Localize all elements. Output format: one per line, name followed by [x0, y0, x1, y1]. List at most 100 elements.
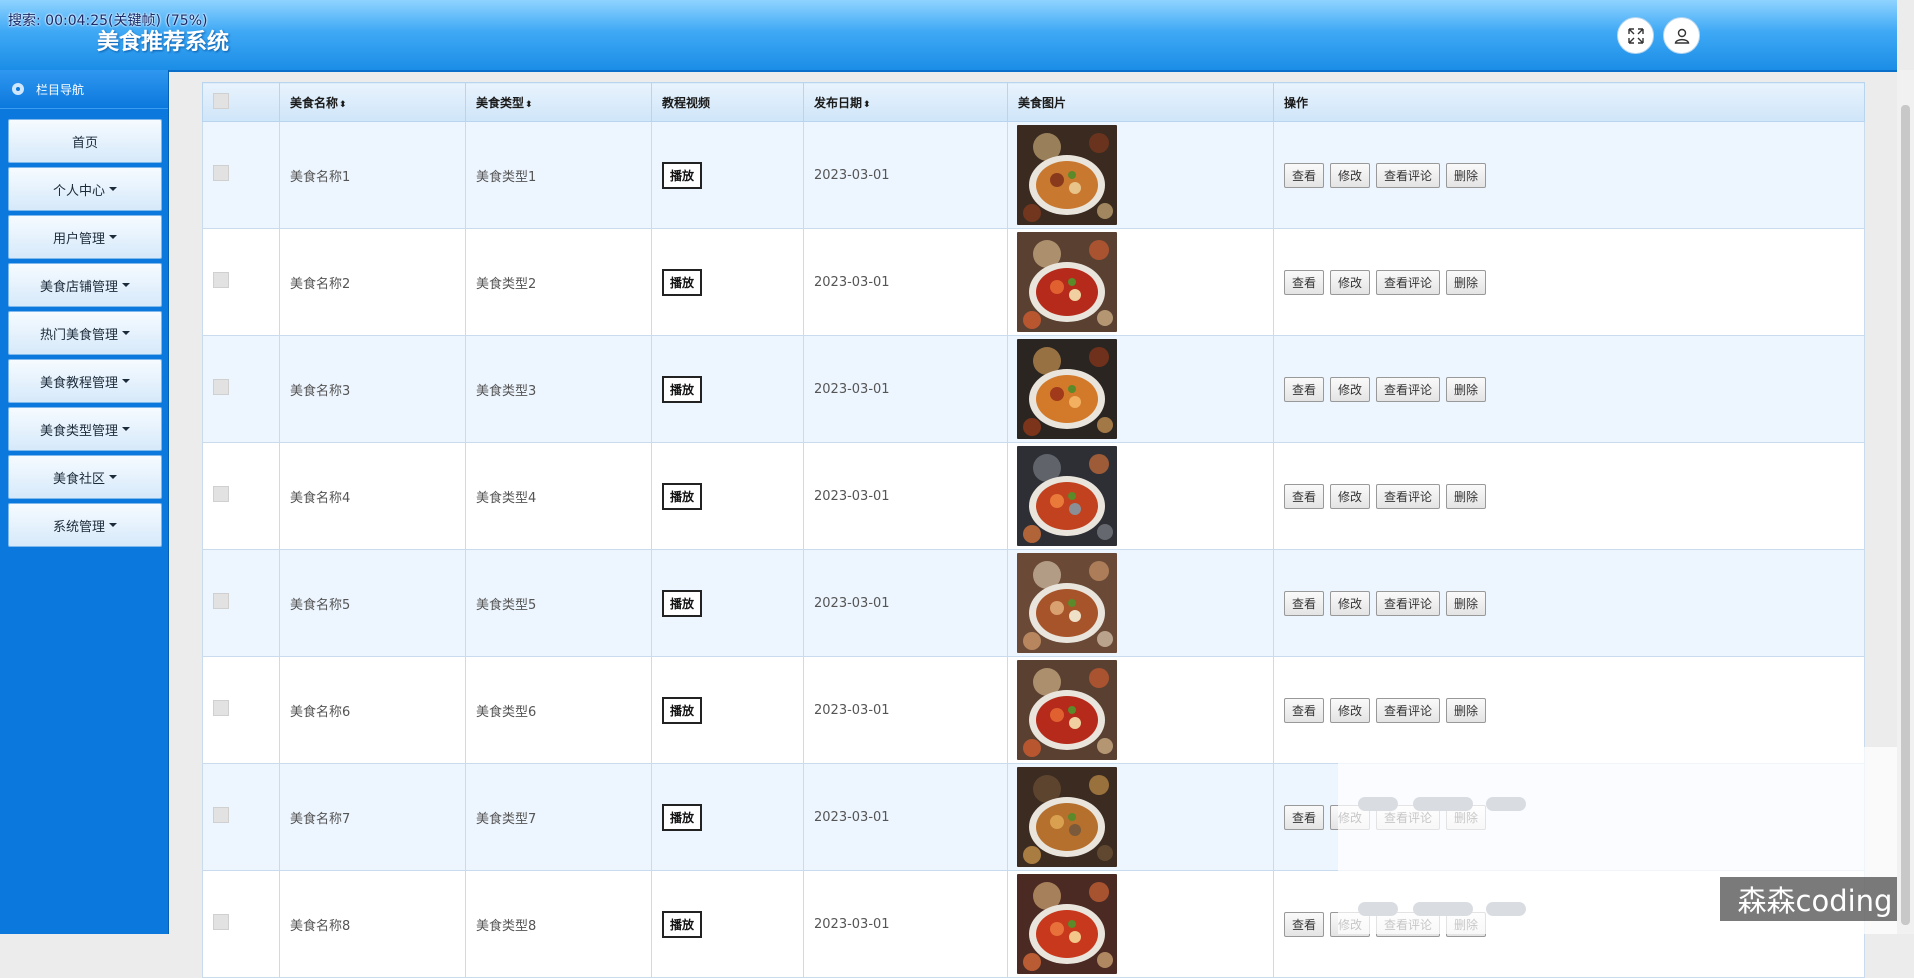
- sidebar-item-0[interactable]: 首页: [8, 119, 162, 163]
- actions-cell: 查看修改查看评论删除: [1273, 228, 1865, 336]
- delete-button[interactable]: 删除: [1446, 483, 1487, 509]
- caret-down-icon: [109, 475, 117, 479]
- play-video-button[interactable]: 播放: [662, 910, 703, 938]
- delete-button[interactable]: 删除: [1446, 162, 1487, 188]
- row-checkbox[interactable]: [213, 379, 229, 395]
- actions-cell: 查看修改查看评论删除: [1273, 121, 1865, 229]
- food-image: [1017, 339, 1117, 439]
- delete-button[interactable]: 删除: [1446, 269, 1487, 295]
- sidebar-item-label: 个人中心: [52, 183, 105, 199]
- column-header: 美食图片: [1007, 82, 1274, 122]
- table-row: 美食名称3 美食类型3 播放 2023-03-01 查看 修改 查看评论 删除: [202, 335, 1865, 443]
- view-comments-button[interactable]: 查看评论: [1376, 483, 1441, 509]
- sidebar-item-4[interactable]: 热门美食管理: [8, 311, 162, 355]
- sidebar-menu: 首页个人中心用户管理 美食店铺管理 热门美食管理 美食教程管理 美食类型管理 美食社区 系统…: [0, 109, 168, 547]
- sidebar-item-8[interactable]: 系统管理: [8, 503, 162, 547]
- edit-button[interactable]: 修改: [1330, 590, 1371, 616]
- sidebar-item-7[interactable]: 美食社区: [8, 455, 162, 499]
- view-button[interactable]: 查看: [1284, 162, 1325, 188]
- actions-cell: 查看修改查看评论删除: [1273, 549, 1865, 657]
- play-video-button[interactable]: 播放: [662, 268, 703, 296]
- food-name-cell: 美食名称7: [279, 763, 466, 871]
- row-select-cell: [202, 763, 280, 871]
- sort-icon[interactable]: ⬍: [863, 100, 871, 110]
- sidebar-item-2[interactable]: 用户管理: [8, 215, 162, 259]
- video-cell: 播放: [651, 335, 804, 443]
- sidebar-heading-label: 栏目导航: [36, 82, 85, 97]
- view-button[interactable]: 查看: [1284, 804, 1325, 830]
- view-button[interactable]: 查看: [1284, 697, 1325, 723]
- view-button[interactable]: 查看: [1284, 376, 1325, 402]
- delete-button[interactable]: 删除: [1446, 590, 1487, 616]
- edit-button[interactable]: 修改: [1330, 376, 1371, 402]
- sidebar-item-6[interactable]: 美食类型管理: [8, 407, 162, 451]
- user-icon: [1674, 28, 1689, 44]
- sort-icon[interactable]: ⬍: [525, 100, 533, 110]
- column-header[interactable]: 发布日期⬍: [803, 82, 1008, 122]
- view-comments-button[interactable]: 查看评论: [1376, 269, 1441, 295]
- publish-date-cell: 2023-03-01: [803, 763, 1008, 871]
- row-select-cell: [202, 656, 280, 764]
- play-video-button[interactable]: 播放: [662, 589, 703, 617]
- edit-button[interactable]: 修改: [1330, 697, 1371, 723]
- row-select-cell: [202, 121, 280, 229]
- play-video-button[interactable]: 播放: [662, 482, 703, 510]
- video-cell: 播放: [651, 121, 804, 229]
- actions-cell: 查看修改查看评论删除: [1273, 442, 1865, 550]
- food-image-cell: [1007, 549, 1274, 657]
- food-type-cell: 美食类型7: [465, 763, 652, 871]
- food-image-cell: [1007, 763, 1274, 871]
- fullscreen-button[interactable]: [1617, 17, 1654, 54]
- view-comments-button[interactable]: 查看评论: [1376, 162, 1441, 188]
- edit-button[interactable]: 修改: [1330, 269, 1371, 295]
- delete-button[interactable]: 删除: [1446, 697, 1487, 723]
- row-checkbox[interactable]: [213, 486, 229, 502]
- view-comments-button[interactable]: 查看评论: [1376, 590, 1441, 616]
- play-video-button[interactable]: 播放: [662, 803, 703, 831]
- row-checkbox[interactable]: [213, 165, 229, 181]
- user-button[interactable]: [1663, 17, 1700, 54]
- food-image: [1017, 125, 1117, 225]
- edit-button[interactable]: 修改: [1330, 162, 1371, 188]
- food-type-cell: 美食类型4: [465, 442, 652, 550]
- edit-button[interactable]: 修改: [1330, 483, 1371, 509]
- row-checkbox[interactable]: [213, 807, 229, 823]
- vertical-scrollbar[interactable]: [1897, 70, 1914, 934]
- sidebar-item-5[interactable]: 美食教程管理: [8, 359, 162, 403]
- play-video-button[interactable]: 播放: [662, 375, 703, 403]
- video-cell: 播放: [651, 870, 804, 978]
- view-comments-button[interactable]: 查看评论: [1376, 376, 1441, 402]
- view-button[interactable]: 查看: [1284, 269, 1325, 295]
- view-button[interactable]: 查看: [1284, 911, 1325, 937]
- column-header[interactable]: 美食类型⬍: [465, 82, 652, 122]
- food-image-cell: [1007, 656, 1274, 764]
- sidebar: 栏目导航 首页个人中心用户管理 美食店铺管理 热门美食管理 美食教程管理 美食类型管理美…: [0, 70, 169, 934]
- food-image: [1017, 553, 1117, 653]
- view-comments-button[interactable]: 查看评论: [1376, 697, 1441, 723]
- sidebar-item-label: 首页: [71, 135, 98, 151]
- caret-down-icon: [122, 331, 130, 335]
- row-checkbox[interactable]: [213, 272, 229, 288]
- publish-date-cell: 2023-03-01: [803, 335, 1008, 443]
- row-checkbox[interactable]: [213, 700, 229, 716]
- video-cell: 播放: [651, 442, 804, 550]
- row-checkbox[interactable]: [213, 914, 229, 930]
- column-header: 教程视频: [651, 82, 804, 122]
- video-cell: 播放: [651, 656, 804, 764]
- view-button[interactable]: 查看: [1284, 590, 1325, 616]
- row-checkbox[interactable]: [213, 593, 229, 609]
- sort-icon[interactable]: ⬍: [339, 100, 347, 110]
- scrollbar-thumb[interactable]: [1901, 105, 1910, 925]
- play-video-button[interactable]: 播放: [662, 161, 703, 189]
- food-image: [1017, 767, 1117, 867]
- play-video-button[interactable]: 播放: [662, 696, 703, 724]
- sidebar-item-3[interactable]: 美食店铺管理: [8, 263, 162, 307]
- publish-date-cell: 2023-03-01: [803, 228, 1008, 336]
- food-name-cell: 美食名称6: [279, 656, 466, 764]
- caret-down-icon: [122, 283, 130, 287]
- sidebar-item-1[interactable]: 个人中心: [8, 167, 162, 211]
- select-all-checkbox[interactable]: [213, 92, 229, 109]
- delete-button[interactable]: 删除: [1446, 376, 1487, 402]
- view-button[interactable]: 查看: [1284, 483, 1325, 509]
- column-header[interactable]: 美食名称⬍: [279, 82, 466, 122]
